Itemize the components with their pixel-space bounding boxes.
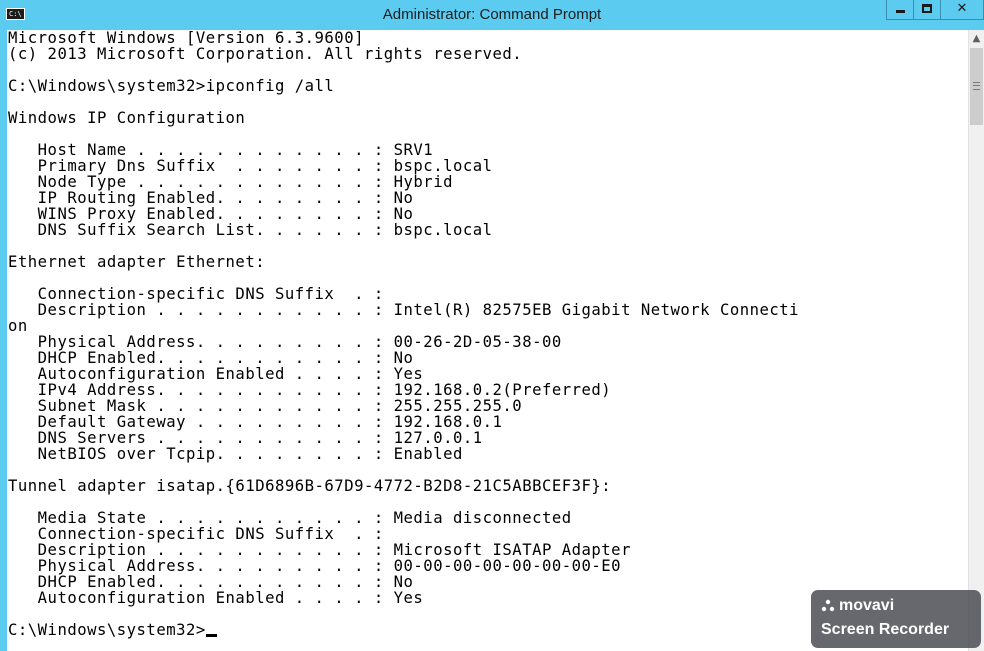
close-icon: ✕ [956, 1, 968, 16]
minimize-button[interactable] [886, 0, 914, 20]
console-output-area[interactable]: Microsoft Windows [Version 6.3.9600] (c)… [7, 30, 968, 651]
console-line: Tunnel adapter isatap.{61D6896B-67D9-477… [8, 477, 612, 495]
console-line: Ethernet adapter Ethernet: [8, 253, 266, 271]
movavi-watermark: movavi Screen Recorder [811, 590, 981, 648]
minimize-icon [896, 10, 905, 13]
console-line: Autoconfiguration Enabled . . . . : Yes [8, 589, 424, 607]
close-button[interactable]: ✕ [940, 0, 984, 20]
title-bar[interactable]: C:\ Administrator: Command Prompt ✕ [0, 0, 984, 30]
scroll-up-arrow-icon[interactable]: ▲ [969, 30, 984, 47]
maximize-icon [922, 4, 932, 13]
grip-icon [973, 82, 980, 90]
maximize-button[interactable] [913, 0, 941, 20]
console-lines: Microsoft Windows [Version 6.3.9600] (c)… [8, 30, 799, 607]
vertical-scrollbar[interactable]: ▲ [968, 30, 984, 651]
watermark-brand: movavi [839, 597, 895, 614]
window-frame-left [0, 30, 7, 651]
text-cursor [205, 634, 217, 637]
watermark-product: Screen Recorder [821, 621, 950, 638]
command-prompt-window: C:\ Administrator: Command Prompt ✕ Micr… [0, 0, 984, 651]
console-line: (c) 2013 Microsoft Corporation. All righ… [8, 45, 523, 63]
console-text: Microsoft Windows [Version 6.3.9600] (c)… [8, 30, 799, 638]
scrollbar-thumb[interactable] [970, 48, 983, 125]
console-line: NetBIOS over Tcpip. . . . . . . . : Enab… [8, 445, 463, 463]
movavi-logo-icon [821, 599, 835, 612]
console-line: Description . . . . . . . . . . . : Inte… [8, 301, 800, 319]
window-title: Administrator: Command Prompt [382, 6, 602, 23]
console-line: Windows IP Configuration [8, 109, 246, 127]
console-line: DNS Suffix Search List. . . . . . : bspc… [8, 221, 493, 239]
command-prompt: C:\Windows\system32> [8, 621, 206, 639]
console-line: C:\Windows\system32>ipconfig /all [8, 77, 335, 95]
